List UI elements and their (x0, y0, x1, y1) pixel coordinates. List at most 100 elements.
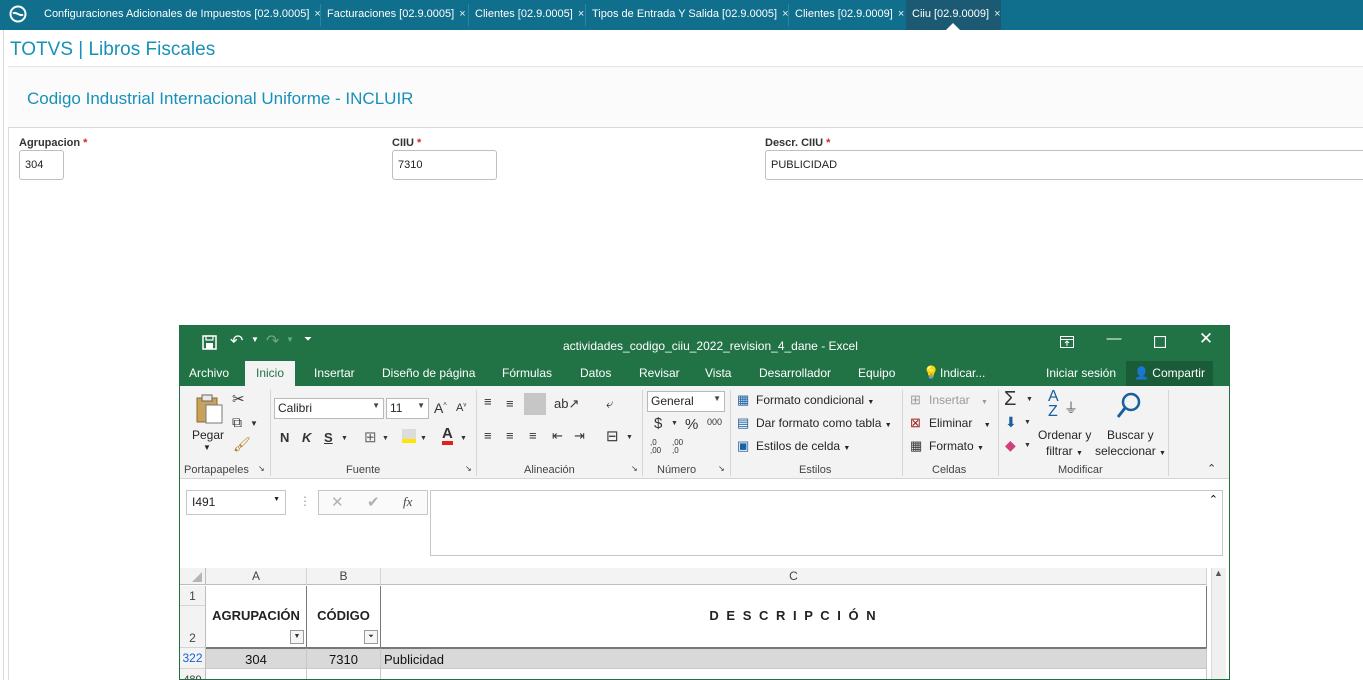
increase-font-icon[interactable]: A^ (434, 400, 447, 416)
format-as-table-button[interactable]: Dar formato como tabla ▼ (756, 416, 892, 430)
find-select-icon[interactable] (1116, 392, 1142, 420)
underline-dropdown-icon[interactable]: ▼ (341, 435, 348, 442)
sign-in-link[interactable]: Iniciar sesión (1046, 366, 1116, 380)
fill-dropdown-icon[interactable]: ▼ (1024, 419, 1031, 426)
format-cells-button[interactable]: Formato ▼ (929, 439, 984, 453)
bold-button[interactable]: N (280, 430, 289, 445)
underline-button[interactable]: S (324, 430, 333, 445)
clear-dropdown-icon[interactable]: ▼ (1024, 442, 1031, 449)
dialog-launcher-icon[interactable]: ↘ (258, 464, 265, 473)
descr-ciiu-input[interactable]: PUBLICIDAD (765, 150, 1363, 180)
cell-b489[interactable] (307, 669, 381, 679)
align-bottom-icon[interactable] (524, 393, 546, 415)
merge-center-icon[interactable]: ⊟ (606, 427, 619, 445)
font-color-icon[interactable]: A (442, 426, 453, 445)
dialog-launcher-icon[interactable]: ↘ (631, 464, 638, 473)
cell-c489[interactable] (381, 669, 1207, 679)
ribbon-tab-archivo[interactable]: Archivo (189, 366, 229, 380)
font-name-select[interactable]: Calibri ▼ (274, 398, 384, 419)
ribbon-tab-revisar[interactable]: Revisar (639, 366, 680, 380)
sort-filter-icon[interactable]: AZ (1048, 389, 1059, 420)
format-table-icon[interactable]: ▤ (737, 415, 749, 431)
font-color-dropdown-icon[interactable]: ▼ (460, 435, 467, 442)
column-header-c[interactable]: C (381, 568, 1207, 585)
scroll-up-icon[interactable]: ▲ (1214, 568, 1223, 578)
row-header[interactable]: 489 (180, 669, 206, 679)
ribbon-tab-formulas[interactable]: Fórmulas (502, 366, 552, 380)
fill-color-icon[interactable] (402, 429, 416, 443)
select-all-corner[interactable] (180, 568, 206, 585)
currency-button[interactable]: $ (654, 415, 662, 432)
close-icon[interactable]: × (578, 0, 584, 28)
format-cells-icon[interactable]: ▦ (910, 438, 922, 454)
cell-c322[interactable]: Publicidad (381, 648, 1207, 669)
ribbon-tab-insertar[interactable]: Insertar (314, 366, 355, 380)
wrap-text-icon[interactable]: ⤶ (606, 396, 613, 412)
align-left-icon[interactable]: ≡ (484, 428, 492, 443)
filter-dropdown-icon[interactable]: ▼ (290, 630, 304, 644)
close-icon[interactable]: × (994, 0, 1000, 28)
undo-dropdown-icon[interactable]: ▼ (251, 335, 259, 344)
number-format-select[interactable]: General ▼ (647, 391, 725, 412)
fill-dropdown-icon[interactable]: ▼ (420, 435, 427, 442)
header-cell-descripcion[interactable]: D E S C R I P C I Ó N (381, 586, 1207, 648)
close-icon[interactable]: × (459, 0, 465, 28)
filter-active-icon[interactable]: ⏷ (364, 630, 378, 644)
close-window-icon[interactable]: ✕ (1196, 329, 1216, 349)
ribbon-tab-indicar[interactable]: Indicar... (940, 366, 985, 380)
ribbon-tab-datos[interactable]: Datos (580, 366, 611, 380)
tab-facturaciones[interactable]: Facturaciones [02.9.0005] × (321, 0, 466, 30)
sort-filter-button[interactable]: Ordenar y (1038, 428, 1091, 442)
redo-dropdown-icon[interactable]: ▼ (286, 335, 294, 344)
copy-icon[interactable]: ⧉ (232, 414, 242, 431)
insert-function-button[interactable]: fx (403, 494, 412, 510)
conditional-format-icon[interactable]: ▦ (737, 392, 749, 408)
insert-cells-button[interactable]: Insertar ▼ (929, 393, 988, 407)
ribbon-tab-equipo[interactable]: Equipo (858, 366, 895, 380)
delete-cells-icon[interactable]: ⊠ (910, 415, 921, 431)
ribbon-tab-vista[interactable]: Vista (705, 366, 731, 380)
save-icon[interactable] (202, 335, 217, 350)
decrease-font-icon[interactable]: Av (456, 402, 466, 414)
close-icon[interactable]: × (898, 0, 904, 28)
maximize-icon[interactable] (1154, 336, 1166, 348)
row-header[interactable]: 1 (180, 586, 206, 606)
dialog-launcher-icon[interactable]: ↘ (465, 464, 472, 473)
conditional-format-button[interactable]: Formato condicional ▼ (756, 393, 874, 407)
fill-down-icon[interactable]: ⬇ (1005, 414, 1017, 431)
orientation-icon[interactable]: ab↗ (554, 396, 579, 412)
delete-cells-button[interactable]: Eliminar ▼ (929, 416, 991, 430)
align-center-icon[interactable]: ≡ (506, 428, 514, 443)
clear-icon[interactable]: ◆ (1005, 437, 1016, 454)
cell-a489[interactable] (206, 669, 307, 679)
align-right-icon[interactable]: ≡ (529, 428, 537, 443)
row-header[interactable]: 2 (180, 606, 206, 648)
align-middle-icon[interactable]: ≡ (506, 396, 514, 411)
ribbon-display-icon[interactable] (1060, 336, 1074, 348)
cell-styles-icon[interactable]: ▣ (737, 438, 749, 454)
column-header-a[interactable]: A (206, 568, 307, 585)
vertical-scrollbar[interactable]: ▲ (1211, 568, 1226, 679)
tab-clientes-0009[interactable]: Clientes [02.9.0009] × (789, 0, 904, 30)
align-top-icon[interactable]: ≡ (484, 394, 492, 409)
dialog-launcher-icon[interactable]: ↘ (718, 464, 725, 473)
totvs-logo-icon[interactable] (9, 5, 27, 23)
thousands-button[interactable]: 000 (707, 417, 722, 427)
row-header[interactable]: 322 (180, 648, 206, 669)
find-select-button[interactable]: Buscar y (1107, 428, 1154, 442)
collapse-ribbon-icon[interactable]: ⌃ (1207, 462, 1216, 475)
increase-indent-icon[interactable]: ⇥ (574, 428, 585, 444)
minimize-icon[interactable]: — (1104, 330, 1124, 347)
decrease-indent-icon[interactable]: ⇤ (552, 428, 563, 444)
percent-button[interactable]: % (685, 416, 698, 433)
customize-qat-icon[interactable]: ⏷ (304, 334, 312, 345)
agrupacion-input[interactable]: 304 (19, 150, 64, 180)
ciiu-input[interactable]: 7310 (392, 150, 497, 180)
paste-icon[interactable] (194, 393, 224, 425)
cell-b322[interactable]: 7310 (307, 648, 381, 669)
expand-formula-icon[interactable]: ⌃ (1209, 493, 1218, 506)
ribbon-tab-diseno[interactable]: Diseño de página (382, 366, 475, 380)
merge-dropdown-icon[interactable]: ▼ (626, 434, 633, 441)
cancel-icon[interactable]: ✕ (331, 493, 344, 511)
tab-tipos-entrada-salida[interactable]: Tipos de Entrada Y Salida [02.9.0005] × (586, 0, 789, 30)
